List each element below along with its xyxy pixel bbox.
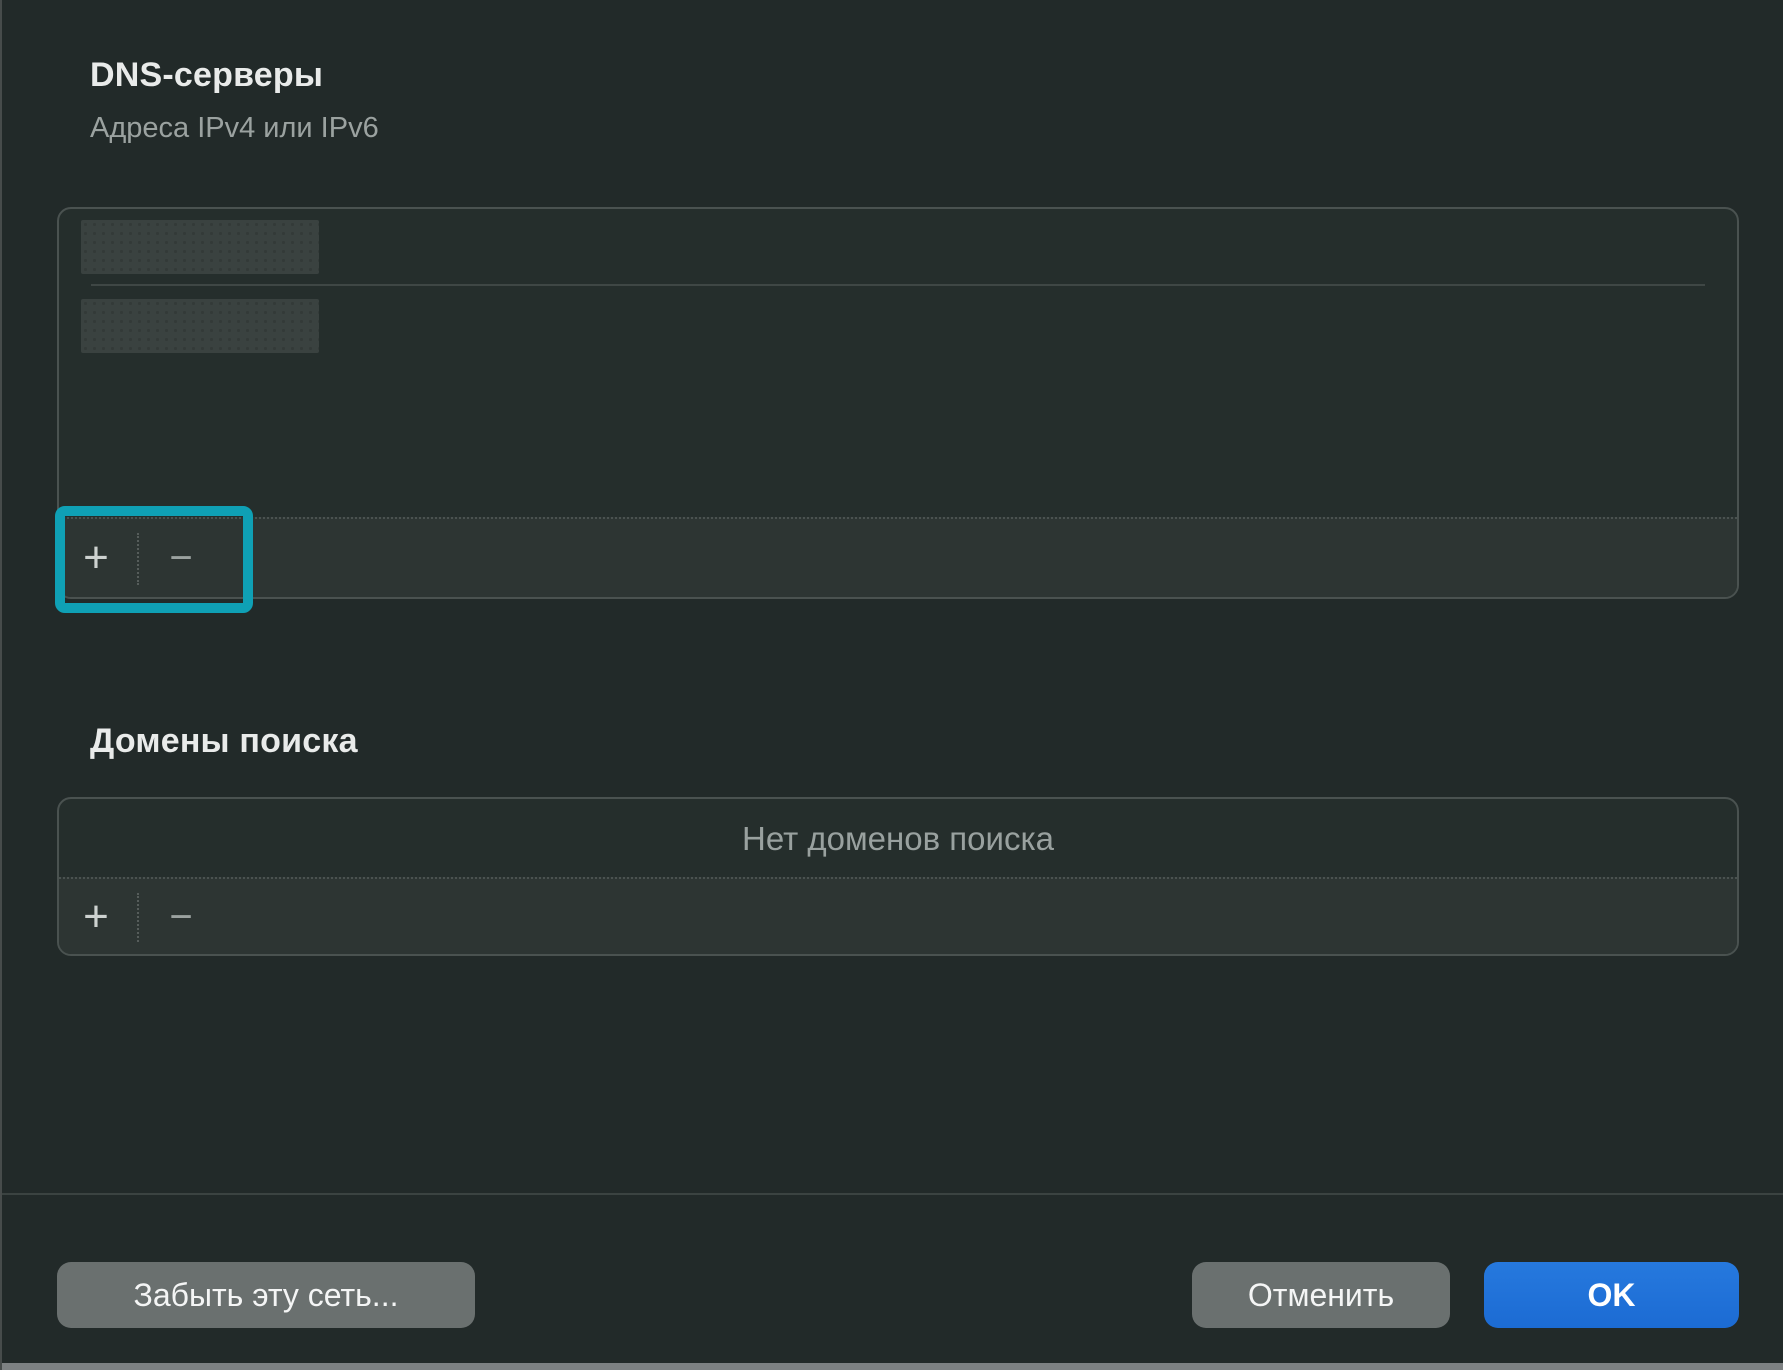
- dns-list-toolbar: + −: [59, 517, 1737, 597]
- toolbar-divider: [137, 893, 139, 942]
- dns-remove-button[interactable]: −: [153, 519, 209, 597]
- dns-add-button[interactable]: +: [68, 519, 124, 597]
- window-bottom-edge: [2, 1363, 1783, 1370]
- search-domains-list[interactable]: Нет доменов поиска + −: [57, 797, 1739, 956]
- toolbar-divider: [137, 533, 139, 585]
- dns-settings-dialog: DNS-серверы Адреса IPv4 или IPv6 + − Дом…: [0, 0, 1783, 1370]
- dns-server-entry-redacted[interactable]: [81, 299, 319, 353]
- search-domains-empty-row: Нет доменов поиска: [59, 799, 1737, 879]
- search-domains-empty-placeholder: Нет доменов поиска: [742, 820, 1054, 858]
- dns-servers-list[interactable]: + −: [57, 207, 1739, 599]
- cancel-button[interactable]: Отменить: [1192, 1262, 1450, 1328]
- dns-server-entry-redacted[interactable]: [81, 220, 319, 274]
- search-domains-remove-button[interactable]: −: [153, 879, 209, 954]
- ok-button[interactable]: OK: [1484, 1262, 1739, 1328]
- search-domains-list-toolbar: + −: [59, 877, 1737, 954]
- search-domains-section-title: Домены поиска: [90, 722, 358, 761]
- footer-separator: [2, 1193, 1783, 1195]
- search-domains-add-button[interactable]: +: [68, 879, 124, 954]
- forget-network-button[interactable]: Забыть эту сеть...: [57, 1262, 475, 1328]
- list-row-divider: [91, 284, 1705, 286]
- dns-section-title: DNS-серверы: [90, 56, 323, 95]
- dns-section-subtitle: Адреса IPv4 или IPv6: [90, 112, 379, 145]
